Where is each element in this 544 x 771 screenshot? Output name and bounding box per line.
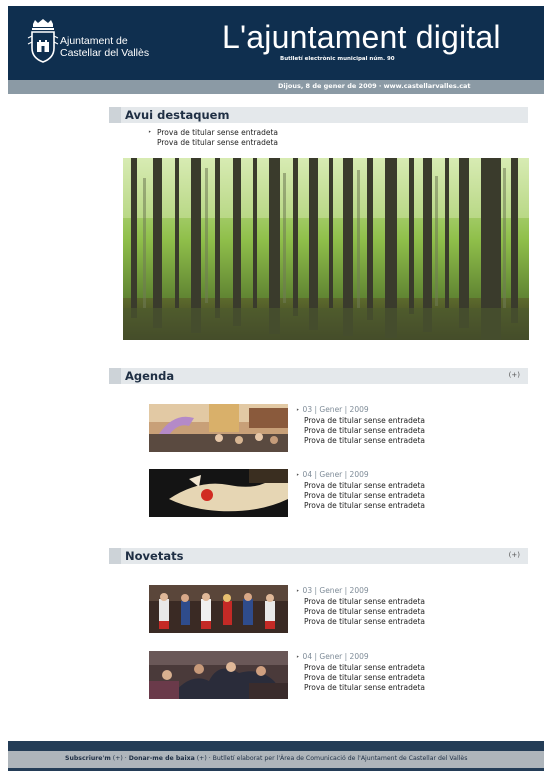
news-more-link[interactable]: (+) (509, 551, 520, 559)
news-item-image[interactable] (149, 585, 288, 633)
section-header-news: Novetats (+) (109, 548, 528, 564)
municipality-name[interactable]: Ajuntament de Castellar del Vallès (60, 35, 149, 59)
bullet-arrow-icon: ‣ (296, 407, 300, 414)
agenda-item-date: ‣ 04 | Gener | 2009 (296, 470, 369, 479)
bullet-arrow-icon: ‣ (296, 654, 300, 661)
section-tab-marker (109, 368, 121, 384)
municipal-crest-icon (27, 19, 59, 63)
agenda-headline[interactable]: Prova de titular sense entradeta (304, 491, 425, 501)
news-headline[interactable]: Prova de titular sense entradeta (304, 673, 425, 683)
newsletter-subtitle: Butlletí electrònic municipal núm. 90 (280, 56, 395, 62)
brand-line-2: Castellar del Vallès (60, 47, 150, 59)
news-item[interactable]: ‣ 04 | Gener | 2009 Prova de titular sens… (296, 652, 425, 693)
news-headline[interactable]: Prova de titular sense entradeta (304, 663, 425, 673)
bullet-arrow-icon: ‣ (148, 129, 152, 136)
unsubscribe-link[interactable]: Donar-me de baixa (129, 755, 195, 762)
bullet-arrow-icon: ‣ (296, 588, 300, 595)
news-headline[interactable]: Prova de titular sense entradeta (304, 597, 425, 607)
news-item-image[interactable] (149, 651, 288, 699)
page-header: Ajuntament de Castellar del Vallès L'aju… (8, 6, 544, 80)
headline-link[interactable]: Prova de titular sense entradeta (157, 138, 278, 148)
agenda-item-image[interactable] (149, 404, 288, 452)
agenda-headline[interactable]: Prova de titular sense entradeta (304, 436, 425, 446)
agenda-headline[interactable]: Prova de titular sense entradeta (304, 481, 425, 491)
section-title-news: Novetats (125, 549, 184, 563)
agenda-headline[interactable]: Prova de titular sense entradeta (304, 416, 425, 426)
section-title-highlight: Avui destaquem (125, 108, 230, 122)
subscribe-plus[interactable]: (+) (113, 755, 123, 762)
news-item-date: ‣ 04 | Gener | 2009 (296, 652, 369, 661)
agenda-item-date: ‣ 03 | Gener | 2009 (296, 405, 369, 414)
section-title-agenda: Agenda (125, 369, 175, 383)
unsubscribe-plus[interactable]: (+) (197, 755, 207, 762)
bullet-arrow-icon: ‣ (296, 472, 300, 479)
news-item-date: ‣ 03 | Gener | 2009 (296, 586, 369, 595)
news-headline[interactable]: Prova de titular sense entradeta (304, 683, 425, 693)
page-footer: Subscriure'm (+) · Donar-me de baixa (+)… (8, 741, 544, 771)
brand-line-1: Ajuntament de (60, 35, 128, 47)
headline-link[interactable]: Prova de titular sense entradeta (157, 128, 278, 138)
date-bar: Dijous, 8 de gener de 2009 · www.castell… (8, 80, 544, 94)
agenda-item[interactable]: ‣ 03 | Gener | 2009 Prova de titular sens… (296, 405, 425, 446)
news-headline[interactable]: Prova de titular sense entradeta (304, 617, 425, 627)
agenda-headline[interactable]: Prova de titular sense entradeta (304, 426, 425, 436)
news-headline[interactable]: Prova de titular sense entradeta (304, 607, 425, 617)
subscribe-link[interactable]: Subscriure'm (65, 755, 111, 762)
footer-credit: Butlletí elaborat per l'Àrea de Comunica… (212, 755, 468, 762)
featured-forest-image[interactable] (123, 158, 529, 340)
footer-strip: Subscriure'm (+) · Donar-me de baixa (+)… (8, 751, 544, 768)
footer-text: Subscriure'm (+) · Donar-me de baixa (+)… (65, 755, 468, 762)
section-tab-marker (109, 107, 121, 123)
newsletter-title: L'ajuntament digital (222, 19, 501, 55)
agenda-item-image[interactable] (149, 469, 288, 517)
agenda-headline[interactable]: Prova de titular sense entradeta (304, 501, 425, 511)
agenda-more-link[interactable]: (+) (509, 371, 520, 379)
section-header-highlight: Avui destaquem (109, 107, 528, 123)
news-item[interactable]: ‣ 03 | Gener | 2009 Prova de titular sens… (296, 586, 425, 627)
section-header-agenda: Agenda (+) (109, 368, 528, 384)
highlight-headlines: ‣ Prova de titular sense entradeta Prova… (148, 128, 278, 148)
section-tab-marker (109, 548, 121, 564)
agenda-item[interactable]: ‣ 04 | Gener | 2009 Prova de titular sens… (296, 470, 425, 511)
date-and-website[interactable]: Dijous, 8 de gener de 2009 · www.castell… (278, 82, 471, 90)
